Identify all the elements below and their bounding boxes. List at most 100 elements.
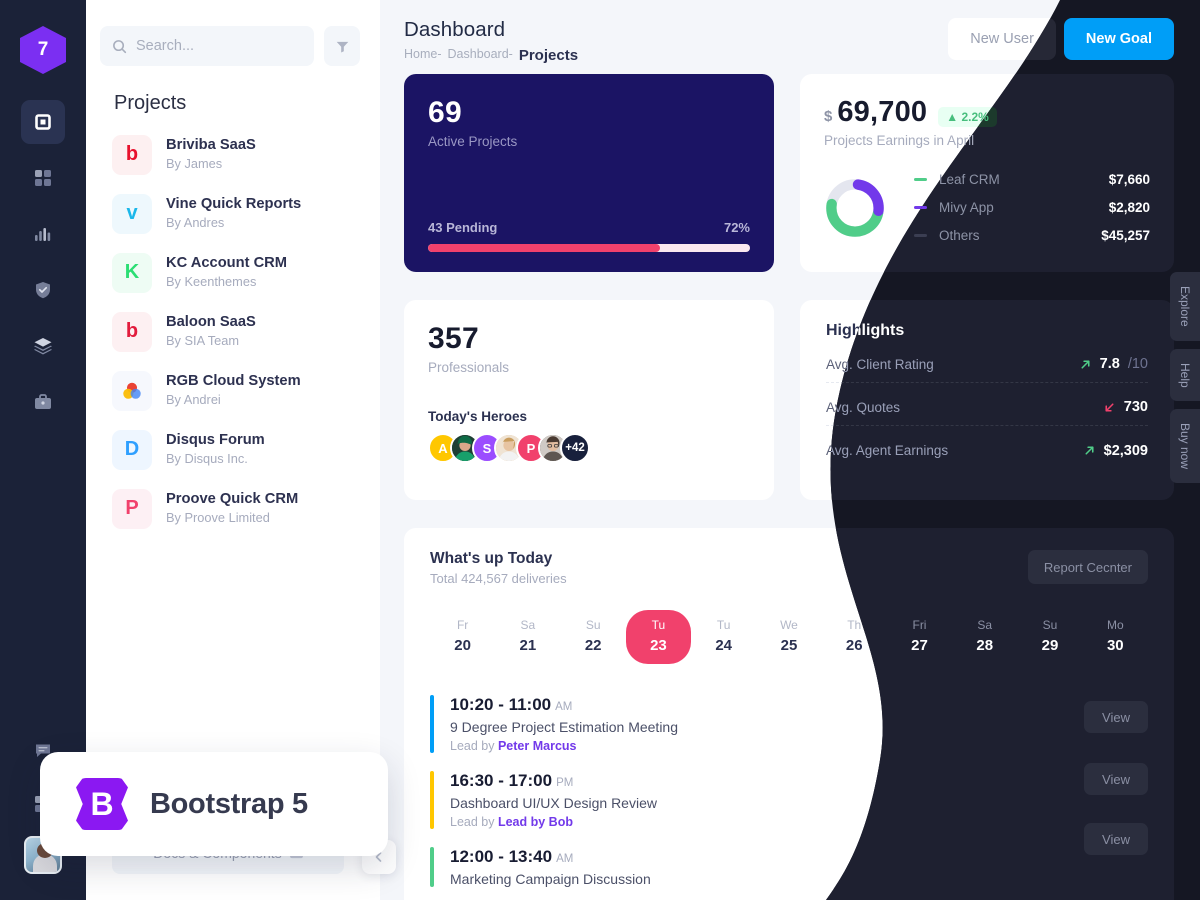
event-name: Marketing Campaign Discussion (450, 871, 651, 887)
bootstrap-logo-letter: B (90, 785, 114, 822)
search-input[interactable]: Search... (100, 26, 314, 66)
table-row: Avg. Agent Earnings $2,309 (826, 432, 1148, 469)
day-cell[interactable]: Tu 24 (691, 610, 756, 664)
rail-item-crop[interactable] (21, 100, 65, 144)
app-logo-text: 7 (37, 39, 49, 60)
day-name: Mo (1106, 618, 1124, 632)
event-time: 10:20 - 11:00 AM (450, 695, 573, 714)
day-cell-selected[interactable]: Tu 23 (625, 610, 692, 664)
breadcrumb: Home- Dashboard- Projects (404, 47, 578, 64)
list-item[interactable]: RGB Cloud System By Andrei (112, 361, 380, 420)
active-projects-card: 69 Active Projects 43 Pending 72% (404, 74, 774, 272)
project-name: Vine Quick Reports (166, 195, 302, 212)
side-tab-buy-now[interactable]: Buy now (1170, 409, 1200, 484)
rail-item-analytics[interactable] (21, 212, 65, 256)
list-item[interactable]: P Proove Quick CRM By Proove Limited (112, 479, 380, 538)
professionals-label: Professionals (428, 360, 510, 375)
project-owner: By Andres (166, 215, 225, 231)
list-item[interactable]: v Vine Quick Reports By Andres (112, 184, 380, 243)
project-name: Baloon SaaS (166, 313, 256, 330)
currency-symbol: $ (824, 108, 833, 125)
avatar-stack: A S P +42 (428, 433, 750, 463)
day-cell[interactable]: Mo 30 (1083, 610, 1148, 664)
project-logo (112, 370, 152, 411)
list-item[interactable]: b Baloon SaaS By SIA Team (112, 302, 380, 361)
day-cell[interactable]: We 25 (756, 610, 821, 664)
day-cell[interactable]: Sa 28 (952, 610, 1017, 664)
report-center-button-dark[interactable]: Report Cecnter (1028, 550, 1148, 584)
list-item[interactable]: b Briviba SaaS By James (112, 125, 380, 184)
earnings-amounts: $7,660 $2,820 $45,257 (1101, 172, 1150, 243)
day-number: 24 (715, 637, 733, 654)
rail-item-security[interactable] (21, 268, 65, 312)
legend-label: Mivy App (939, 200, 994, 215)
side-tab-help[interactable]: Help (1170, 348, 1200, 402)
legend-amount: $7,660 (1108, 172, 1150, 187)
list-item[interactable]: D Disqus Forum By Disqus Inc. (112, 420, 380, 479)
event-lead-prefix: Lead by (450, 739, 498, 753)
chart-bars-icon (35, 228, 51, 241)
day-name: Fr (456, 618, 469, 632)
page-title: Dashboard (404, 18, 506, 41)
search-row: Search... (86, 0, 380, 66)
side-tab-label: Explore (1178, 286, 1192, 327)
project-owner: By Proove Limited (166, 510, 270, 526)
day-cell[interactable]: Su 22 (561, 610, 626, 664)
bootstrap-promo-label: Bootstrap 5 (150, 787, 308, 820)
event-lead-name[interactable]: Lead by Bob (498, 815, 573, 829)
avatar-more[interactable]: +42 (560, 433, 590, 463)
breadcrumb-item-home[interactable]: Home- (404, 47, 442, 64)
view-button-dark[interactable]: View (1084, 701, 1148, 733)
rail-item-briefcase[interactable] (21, 380, 65, 424)
day-name: Sa (977, 618, 993, 632)
new-goal-button-dark[interactable]: New Goal (1064, 18, 1174, 60)
day-number: 27 (911, 637, 928, 654)
shield-check-icon (36, 282, 50, 299)
today-subtitle: Total 424,567 deliveries (430, 571, 567, 586)
view-button-dark[interactable]: View (1084, 763, 1148, 795)
day-cell[interactable]: Su 29 (1017, 610, 1082, 664)
day-number: 30 (1106, 637, 1124, 654)
event-lead-name[interactable]: Peter Marcus (498, 739, 577, 753)
event-body: 12:00 - 13:40 AM Marketing Campaign Discu… (434, 847, 651, 887)
day-name: Su (585, 618, 601, 632)
day-cell[interactable]: Fri 27 (887, 610, 952, 664)
briefcase-icon (35, 394, 51, 409)
side-tab-label: Help (1178, 362, 1192, 388)
legend-swatch (914, 234, 927, 237)
search-placeholder: Search... (136, 38, 195, 54)
event-lead: Lead by Peter Marcus (450, 739, 678, 753)
rail-item-dashboard[interactable] (21, 156, 65, 200)
day-name: Su (1042, 618, 1058, 632)
day-cell[interactable]: Sa 21 (495, 610, 560, 664)
view-button-dark[interactable]: View (1084, 823, 1148, 855)
arrow-up-right-icon (1083, 444, 1096, 457)
event-name: 9 Degree Project Estimation Meeting (450, 719, 678, 735)
project-name: KC Account CRM (166, 254, 288, 271)
side-tab-group: Explore Help Buy now (1170, 272, 1200, 484)
list-item[interactable]: K KC Account CRM By Keenthemes (112, 243, 380, 302)
today-heading-group: What's up Today Total 424,567 deliveries (430, 550, 567, 586)
legend-item: Others (914, 228, 1000, 243)
day-number: 23 (650, 637, 667, 654)
day-number: 21 (519, 637, 537, 654)
app-logo[interactable]: 7 (20, 26, 66, 74)
project-owner: By Andrei (166, 392, 221, 408)
highlight-value-group: $2,309 (1083, 443, 1148, 459)
highlight-value: 730 (1123, 399, 1148, 415)
breadcrumb-item-dashboard[interactable]: Dashboard- (448, 47, 513, 64)
event-time: 12:00 - 13:40 AM (450, 847, 574, 866)
side-tab-explore[interactable]: Explore (1170, 272, 1200, 341)
bootstrap-promo-card[interactable]: B Bootstrap 5 (40, 752, 388, 856)
project-logo: b (112, 311, 152, 352)
day-cell[interactable]: Fr 20 (430, 610, 495, 664)
rail-item-layers[interactable] (21, 324, 65, 368)
highlight-value-group: 7.8/10 (1079, 356, 1148, 372)
progress-bar-fill (428, 244, 660, 252)
rgb-cloud-icon (123, 382, 141, 399)
day-name: We (780, 618, 798, 632)
project-logo: D (112, 429, 152, 470)
earnings-amount: 69,700 (837, 96, 928, 128)
heroes-title: Today's Heroes (428, 409, 527, 424)
filter-button[interactable] (324, 26, 360, 66)
